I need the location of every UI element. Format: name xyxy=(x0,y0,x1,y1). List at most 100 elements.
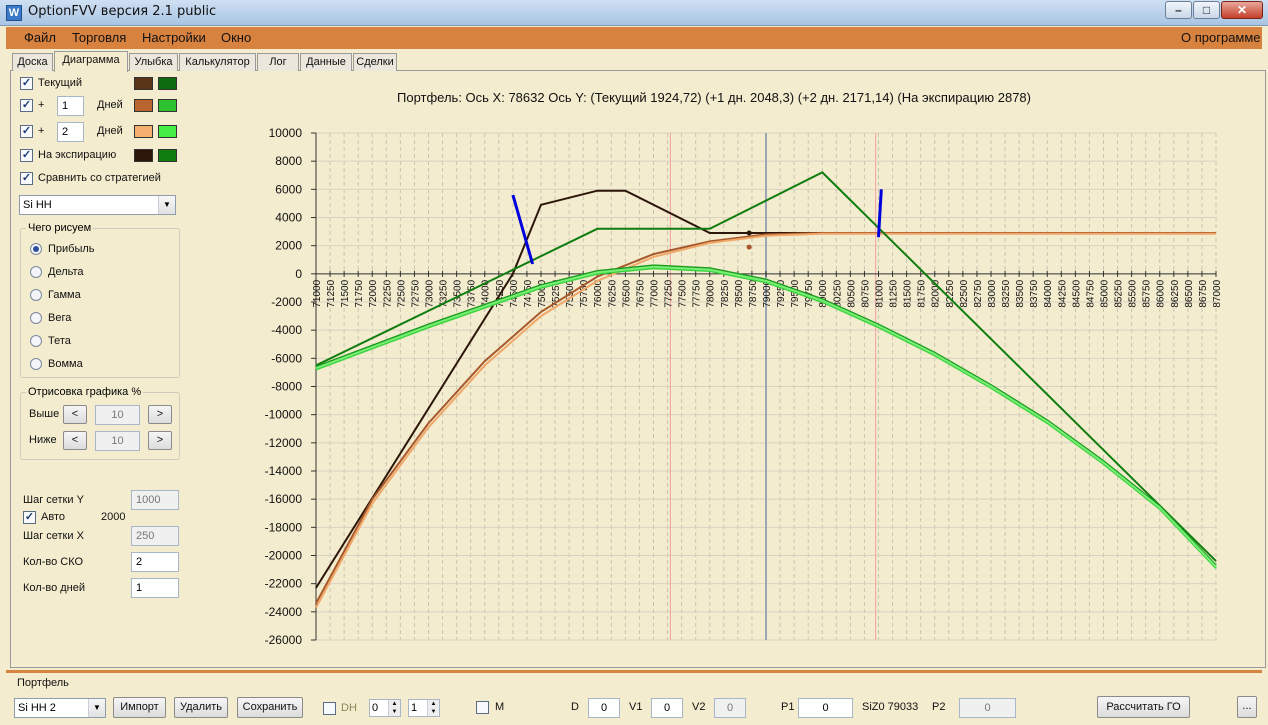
x-tick-label: 77750 xyxy=(692,279,703,307)
y-tick-label: -18000 xyxy=(265,520,303,534)
y-tick-label: 10000 xyxy=(269,126,303,140)
y-tick-label: -2000 xyxy=(271,295,302,309)
y-tick-label: -6000 xyxy=(271,351,302,365)
x-tick-label: 86750 xyxy=(1198,279,1209,307)
chart-y-ticks: 10000 8000 6000 4000 2000 0 -2000 -4000 -6000 -80… xyxy=(265,126,316,647)
x-tick-label: 76750 xyxy=(635,279,646,307)
delete-button[interactable]: Удалить xyxy=(174,697,228,718)
x-tick-label: 77250 xyxy=(664,279,675,307)
y-tick-label: -16000 xyxy=(265,492,303,506)
y-tick-label: 4000 xyxy=(275,211,302,225)
spin1-value: 0 xyxy=(372,702,379,714)
dh-checkbox[interactable] xyxy=(323,702,336,715)
x-tick-label: 83500 xyxy=(1015,279,1026,307)
p1-value-box: 0 xyxy=(798,698,853,718)
y-tick-label: 0 xyxy=(295,267,302,281)
x-tick-label: 73750 xyxy=(467,279,478,307)
chart-x-ticks: 71000 71250 71500 71750 72000 72250 72500 72750… xyxy=(312,270,1223,308)
calculate-margin-button[interactable]: Рассчитать ГО xyxy=(1097,696,1190,718)
y-tick-label: 8000 xyxy=(275,154,302,168)
siz-price-label: SiZ0 79033 xyxy=(862,701,919,713)
x-tick-label: 86250 xyxy=(1170,279,1181,307)
v2-value-box: 0 xyxy=(714,698,746,718)
dh-label: DH xyxy=(341,702,357,714)
spin2-value: 1 xyxy=(411,702,418,714)
save-button[interactable]: Сохранить xyxy=(237,697,303,718)
x-tick-label: 78750 xyxy=(748,279,759,307)
x-tick-label: 85250 xyxy=(1114,279,1125,307)
x-tick-label: 85750 xyxy=(1142,279,1153,307)
x-tick-label: 78000 xyxy=(706,279,717,307)
v1-value-box: 0 xyxy=(651,698,683,718)
d-value-box: 0 xyxy=(588,698,620,718)
y-tick-label: -10000 xyxy=(265,408,303,422)
d-label: D xyxy=(571,701,579,713)
x-tick-label: 84750 xyxy=(1085,279,1096,307)
x-tick-label: 72750 xyxy=(410,279,421,307)
marker-line-0 xyxy=(511,194,535,265)
x-tick-label: 71250 xyxy=(326,279,337,307)
portfolio-select[interactable]: Si HH 2 ▼ xyxy=(14,698,106,718)
x-tick-label: 84250 xyxy=(1057,279,1068,307)
x-tick-label: 86500 xyxy=(1184,279,1195,307)
x-tick-label: 80750 xyxy=(860,279,871,307)
x-tick-label: 72000 xyxy=(368,279,379,307)
data-point xyxy=(746,244,752,250)
spin2-input[interactable]: 1 ▲ ▼ xyxy=(408,699,440,717)
x-tick-label: 72500 xyxy=(396,279,407,307)
y-tick-label: -4000 xyxy=(271,323,302,337)
x-tick-label: 77000 xyxy=(650,279,661,307)
x-tick-label: 83000 xyxy=(987,279,998,307)
more-button[interactable]: ... xyxy=(1237,696,1257,718)
x-tick-label: 84000 xyxy=(1043,279,1054,307)
portfolio-label: Портфель xyxy=(17,677,69,689)
x-tick-label: 81250 xyxy=(889,279,900,307)
x-tick-label: 84500 xyxy=(1071,279,1082,307)
y-tick-label: -8000 xyxy=(271,380,302,394)
x-tick-label: 80500 xyxy=(846,279,857,307)
spin1-input[interactable]: 0 ▲ ▼ xyxy=(369,699,401,717)
x-tick-label: 87000 xyxy=(1212,279,1223,307)
y-tick-label: -26000 xyxy=(265,633,303,647)
m-checkbox[interactable] xyxy=(476,701,489,714)
tab-diagram[interactable]: Диаграмма xyxy=(54,51,128,72)
x-tick-label: 71500 xyxy=(340,279,351,307)
x-tick-label: 71000 xyxy=(312,279,323,307)
spin1-updown-icon[interactable]: ▲ ▼ xyxy=(388,700,400,716)
import-button[interactable]: Импорт xyxy=(113,697,166,718)
y-tick-label: -12000 xyxy=(265,436,303,450)
m-label: M xyxy=(495,701,505,713)
v2-label: V2 xyxy=(692,701,706,713)
x-tick-label: 77500 xyxy=(678,279,689,307)
payoff-chart[interactable]: 1000080006000400020000-2000-4000-6000-80… xyxy=(0,0,1268,725)
x-tick-label: 83250 xyxy=(1001,279,1012,307)
v1-label: V1 xyxy=(629,701,643,713)
y-tick-label: -24000 xyxy=(265,605,303,619)
y-tick-label: 6000 xyxy=(275,182,302,196)
x-tick-label: 85000 xyxy=(1100,279,1111,307)
x-tick-label: 72250 xyxy=(382,279,393,307)
x-tick-label: 76000 xyxy=(593,279,604,307)
y-tick-label: -14000 xyxy=(265,464,303,478)
x-tick-label: 85500 xyxy=(1128,279,1139,307)
spin2-updown-icon[interactable]: ▲ ▼ xyxy=(427,700,439,716)
data-point xyxy=(746,230,752,236)
y-tick-label: -22000 xyxy=(265,577,303,591)
x-tick-label: 81750 xyxy=(917,279,928,307)
x-tick-label: 82500 xyxy=(959,279,970,307)
portfolio-chevron-down-icon: ▼ xyxy=(88,699,105,717)
y-tick-label: 2000 xyxy=(275,239,302,253)
x-tick-label: 81000 xyxy=(875,279,886,307)
p2-value-box: 0 xyxy=(959,698,1016,718)
x-tick-label: 71750 xyxy=(354,279,365,307)
x-tick-label: 86000 xyxy=(1156,279,1167,307)
x-tick-label: 76250 xyxy=(607,279,618,307)
portfolio-value: Si HH 2 xyxy=(18,702,56,714)
x-tick-label: 83750 xyxy=(1029,279,1040,307)
x-tick-label: 73000 xyxy=(425,279,436,307)
p1-label: P1 xyxy=(781,701,795,713)
x-tick-label: 78500 xyxy=(734,279,745,307)
x-tick-label: 82750 xyxy=(973,279,984,307)
p2-label: P2 xyxy=(932,701,946,713)
x-tick-label: 76500 xyxy=(621,279,632,307)
